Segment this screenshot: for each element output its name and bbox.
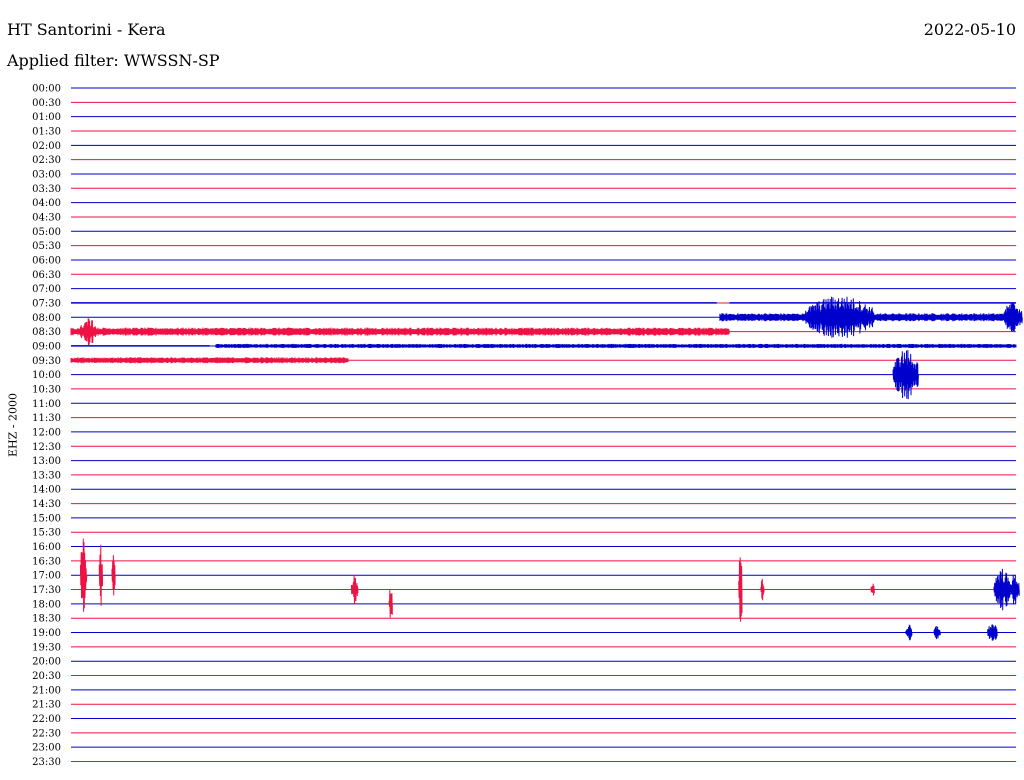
time-tick-label: 13:00 xyxy=(32,456,61,467)
time-tick-label: 20:00 xyxy=(32,657,61,668)
time-tick-label: 08:00 xyxy=(32,313,61,324)
time-tick-label: 00:30 xyxy=(32,98,61,109)
time-tick-label: 01:30 xyxy=(32,126,61,137)
seismic-event xyxy=(80,538,88,612)
time-tick-label: 14:00 xyxy=(32,485,61,496)
seismic-event xyxy=(905,624,913,641)
seismic-event xyxy=(933,625,941,640)
time-tick-label: 19:00 xyxy=(32,628,61,639)
time-tick-label: 02:00 xyxy=(32,141,61,152)
time-tick-label: 09:30 xyxy=(32,356,61,367)
time-tick-label: 12:00 xyxy=(32,427,61,438)
time-tick-label: 17:00 xyxy=(32,571,61,582)
time-tick-label: 03:30 xyxy=(32,184,61,195)
time-tick-label: 15:00 xyxy=(32,513,61,524)
time-tick-label: 12:30 xyxy=(32,442,61,453)
seismic-event xyxy=(388,589,393,618)
time-tick-label: 21:00 xyxy=(32,685,61,696)
time-tick-label: 03:00 xyxy=(32,169,61,180)
time-tick-label: 10:30 xyxy=(32,384,61,395)
time-tick-label: 17:30 xyxy=(32,585,61,596)
time-tick-label: 21:30 xyxy=(32,700,61,711)
trace-segment xyxy=(70,357,349,364)
time-tick-label: 09:00 xyxy=(32,341,61,352)
time-tick-label: 18:30 xyxy=(32,614,61,625)
time-tick-label: 10:00 xyxy=(32,370,61,381)
time-tick-label: 07:30 xyxy=(32,298,61,309)
time-tick-label: 01:00 xyxy=(32,112,61,123)
time-tick-label: 11:30 xyxy=(32,413,61,424)
time-tick-label: 04:30 xyxy=(32,212,61,223)
time-tick-label: 07:00 xyxy=(32,284,61,295)
time-tick-label: 22:00 xyxy=(32,714,61,725)
time-tick-label: 23:00 xyxy=(32,743,61,754)
trace-segment xyxy=(70,327,730,336)
time-tick-label: 15:30 xyxy=(32,528,61,539)
time-tick-label: 16:00 xyxy=(32,542,61,553)
seismic-event xyxy=(738,557,743,622)
time-tick-label: 19:30 xyxy=(32,642,61,653)
time-tick-label: 22:30 xyxy=(32,728,61,739)
time-tick-label: 16:30 xyxy=(32,556,61,567)
time-tick-label: 08:30 xyxy=(32,327,61,338)
seismic-event xyxy=(1002,302,1023,332)
time-tick-label: 06:00 xyxy=(32,255,61,266)
seismic-event xyxy=(870,583,875,596)
seismic-event xyxy=(80,318,97,346)
trace-segment xyxy=(215,343,1017,349)
seismic-event xyxy=(98,544,103,606)
time-tick-label: 23:30 xyxy=(32,757,61,768)
seismic-event xyxy=(892,350,919,400)
time-tick-label: 11:00 xyxy=(32,399,61,410)
seismic-event xyxy=(1009,574,1020,605)
time-tick-label: 18:00 xyxy=(32,599,61,610)
time-tick-label: 14:30 xyxy=(32,499,61,510)
time-tick-label: 20:30 xyxy=(32,671,61,682)
time-tick-label: 02:30 xyxy=(32,155,61,166)
time-tick-label: 05:00 xyxy=(32,227,61,238)
time-tick-label: 06:30 xyxy=(32,270,61,281)
time-tick-label: 00:00 xyxy=(32,84,61,95)
seismic-event xyxy=(987,624,998,641)
time-tick-label: 05:30 xyxy=(32,241,61,252)
helicorder-plot: 00:00 00:30 01:00 01:30 02:00 02:30 03:00 03:30… xyxy=(32,84,1023,768)
seismic-event xyxy=(350,574,359,605)
time-tick-label: 13:30 xyxy=(32,470,61,481)
seismic-event xyxy=(760,578,765,601)
time-tick-label: 04:00 xyxy=(32,198,61,209)
